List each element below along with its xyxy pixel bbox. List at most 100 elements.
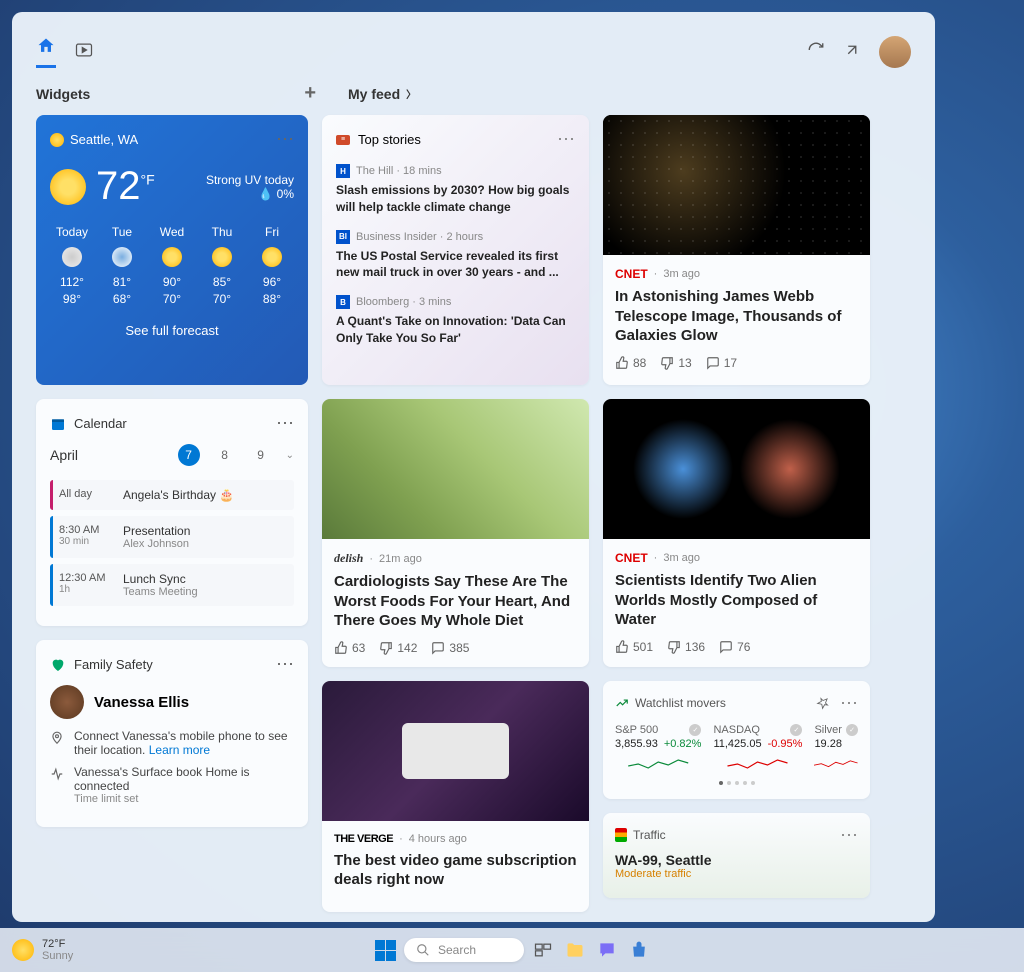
family-device-status: Vanessa's Surface book Home is connected — [74, 765, 294, 793]
pin-icon[interactable] — [816, 696, 830, 710]
home-icon[interactable] — [36, 36, 56, 68]
calendar-event[interactable]: 8:30 AM30 minPresentationAlex Johnson — [50, 516, 294, 558]
feed-brand: THE VERGE — [334, 833, 393, 845]
taskbar-weather[interactable]: 72°FSunny — [12, 938, 73, 962]
comment-button[interactable]: 76 — [719, 640, 750, 654]
family-location-text: Connect Vanessa's mobile phone to see th… — [74, 729, 294, 757]
traffic-status: Moderate traffic — [615, 868, 858, 880]
feed-brand: CNET — [615, 551, 648, 565]
calendar-day[interactable]: 9 — [250, 444, 272, 466]
location-icon — [50, 731, 64, 745]
calendar-day[interactable]: 8 — [214, 444, 236, 466]
forecast-day[interactable]: Tue81°68° — [100, 225, 144, 309]
family-menu-icon[interactable]: ⋯ — [276, 654, 294, 675]
watchlist-item[interactable]: S&P 500✓3,855.93+0.82% — [615, 724, 701, 775]
feed-card-delish[interactable]: delish · 21m ago Cardiologists Say These… — [322, 399, 589, 667]
feed-timestamp: 4 hours ago — [409, 833, 467, 845]
traffic-route: WA-99, Seattle — [615, 852, 858, 868]
like-button[interactable]: 501 — [615, 640, 653, 654]
refresh-icon[interactable] — [807, 41, 825, 64]
feed-card-verge[interactable]: THE VERGE · 4 hours ago The best video g… — [322, 681, 589, 912]
watchlist-item[interactable]: Silver✓19.28 — [814, 724, 858, 775]
watchlist-menu-icon[interactable]: ⋯ — [840, 693, 858, 714]
sun-large-icon — [50, 169, 86, 205]
watchlist-widget[interactable]: Watchlist movers ⋯ S&P 500✓3,855.93+0.82… — [603, 681, 870, 799]
comment-button[interactable]: 17 — [706, 356, 737, 370]
calendar-day[interactable]: 7 — [178, 444, 200, 466]
widgets-panel: Widgets + My feed 〉 Seattle, WA ⋯ 72°F S… — [12, 12, 935, 922]
like-button[interactable]: 63 — [334, 641, 365, 655]
store-icon[interactable] — [626, 937, 652, 963]
feed-timestamp: 3m ago — [663, 552, 700, 564]
dislike-button[interactable]: 13 — [660, 356, 691, 370]
calendar-menu-icon[interactable]: ⋯ — [276, 413, 294, 434]
weather-menu-icon[interactable]: ⋯ — [276, 129, 294, 150]
weather-precip: 💧 0% — [206, 187, 294, 201]
chat-icon[interactable] — [594, 937, 620, 963]
feed-title: Scientists Identify Two Alien Worlds Mos… — [615, 571, 858, 630]
family-title: Family Safety — [74, 657, 153, 672]
watchlist-title: Watchlist movers — [635, 696, 726, 710]
calendar-event[interactable]: 12:30 AM1hLunch SyncTeams Meeting — [50, 564, 294, 606]
forecast-day[interactable]: Wed90°70° — [150, 225, 194, 309]
top-story-item[interactable]: BIBusiness Insider · 2 hoursThe US Posta… — [336, 230, 575, 282]
feed-title: In Astonishing James Webb Telescope Imag… — [615, 287, 858, 346]
taskbar-search[interactable]: Search — [404, 938, 524, 962]
feed-title: Cardiologists Say These Are The Worst Fo… — [334, 572, 577, 631]
task-view-icon[interactable] — [530, 937, 556, 963]
feed-card-alien-worlds[interactable]: CNET · 3m ago Scientists Identify Two Al… — [603, 399, 870, 667]
calendar-month: April — [50, 447, 78, 463]
traffic-title: Traffic — [633, 828, 666, 842]
start-button[interactable] — [372, 937, 398, 963]
feed-image — [322, 399, 589, 539]
news-icon: ≡ — [336, 135, 350, 145]
family-avatar — [50, 685, 84, 719]
traffic-menu-icon[interactable]: ⋯ — [840, 825, 858, 846]
feed-timestamp: 21m ago — [379, 553, 422, 565]
feed-brand: CNET — [615, 267, 648, 281]
add-widget-button[interactable]: + — [304, 82, 316, 105]
forecast-day[interactable]: Fri96°88° — [250, 225, 294, 309]
chevron-right-icon: 〉 — [406, 86, 416, 101]
video-icon[interactable] — [74, 40, 94, 65]
calendar-widget[interactable]: Calendar ⋯ April 789 ⌄ All dayAngela's Bi… — [36, 399, 308, 626]
expand-icon[interactable] — [843, 41, 861, 64]
calendar-icon — [50, 416, 66, 432]
my-feed-header[interactable]: My feed 〉 — [348, 86, 416, 102]
top-stories-card[interactable]: ≡ Top stories ⋯ HThe Hill · 18 minsSlash… — [322, 115, 589, 385]
taskbar: 72°FSunny Search — [0, 928, 1024, 972]
calendar-event[interactable]: All dayAngela's Birthday 🎂 — [50, 480, 294, 510]
dislike-button[interactable]: 136 — [667, 640, 705, 654]
dislike-button[interactable]: 142 — [379, 641, 417, 655]
feed-timestamp: 3m ago — [663, 268, 700, 280]
user-avatar[interactable] — [879, 36, 911, 68]
forecast-day[interactable]: Thu85°70° — [200, 225, 244, 309]
family-safety-widget[interactable]: Family Safety ⋯ Vanessa Ellis Connect Va… — [36, 640, 308, 827]
weather-temp: 72°F — [96, 164, 155, 209]
family-time-limit: Time limit set — [74, 793, 294, 805]
top-story-item[interactable]: BBloomberg · 3 minsA Quant's Take on Inn… — [336, 295, 575, 347]
learn-more-link[interactable]: Learn more — [149, 743, 210, 757]
traffic-light-icon — [615, 828, 627, 842]
top-stories-title: Top stories — [358, 132, 421, 147]
forecast-day[interactable]: Today112°98° — [50, 225, 94, 309]
feed-title: The best video game subscription deals r… — [334, 851, 577, 890]
feed-image — [603, 399, 870, 539]
chevron-down-icon[interactable]: ⌄ — [286, 450, 294, 461]
family-member-name: Vanessa Ellis — [94, 694, 189, 711]
weather-widget[interactable]: Seattle, WA ⋯ 72°F Strong UV today 💧 0% … — [36, 115, 308, 385]
feed-card-webb[interactable]: CNET · 3m ago In Astonishing James Webb … — [603, 115, 870, 385]
widgets-header: Widgets — [36, 86, 90, 102]
like-button[interactable]: 88 — [615, 356, 646, 370]
watchlist-item[interactable]: NASDAQ✓11,425.05-0.95% — [713, 724, 802, 775]
explorer-icon[interactable] — [562, 937, 588, 963]
top-bar — [36, 32, 911, 72]
top-story-item[interactable]: HThe Hill · 18 minsSlash emissions by 20… — [336, 164, 575, 216]
calendar-title: Calendar — [74, 416, 127, 431]
comment-button[interactable]: 385 — [431, 641, 469, 655]
traffic-widget[interactable]: Traffic ⋯ WA-99, Seattle Moderate traffi… — [603, 813, 870, 898]
weather-uv: Strong UV today — [206, 173, 294, 187]
feed-brand: delish — [334, 551, 363, 566]
see-forecast-link[interactable]: See full forecast — [50, 323, 294, 338]
top-stories-menu-icon[interactable]: ⋯ — [557, 129, 575, 150]
